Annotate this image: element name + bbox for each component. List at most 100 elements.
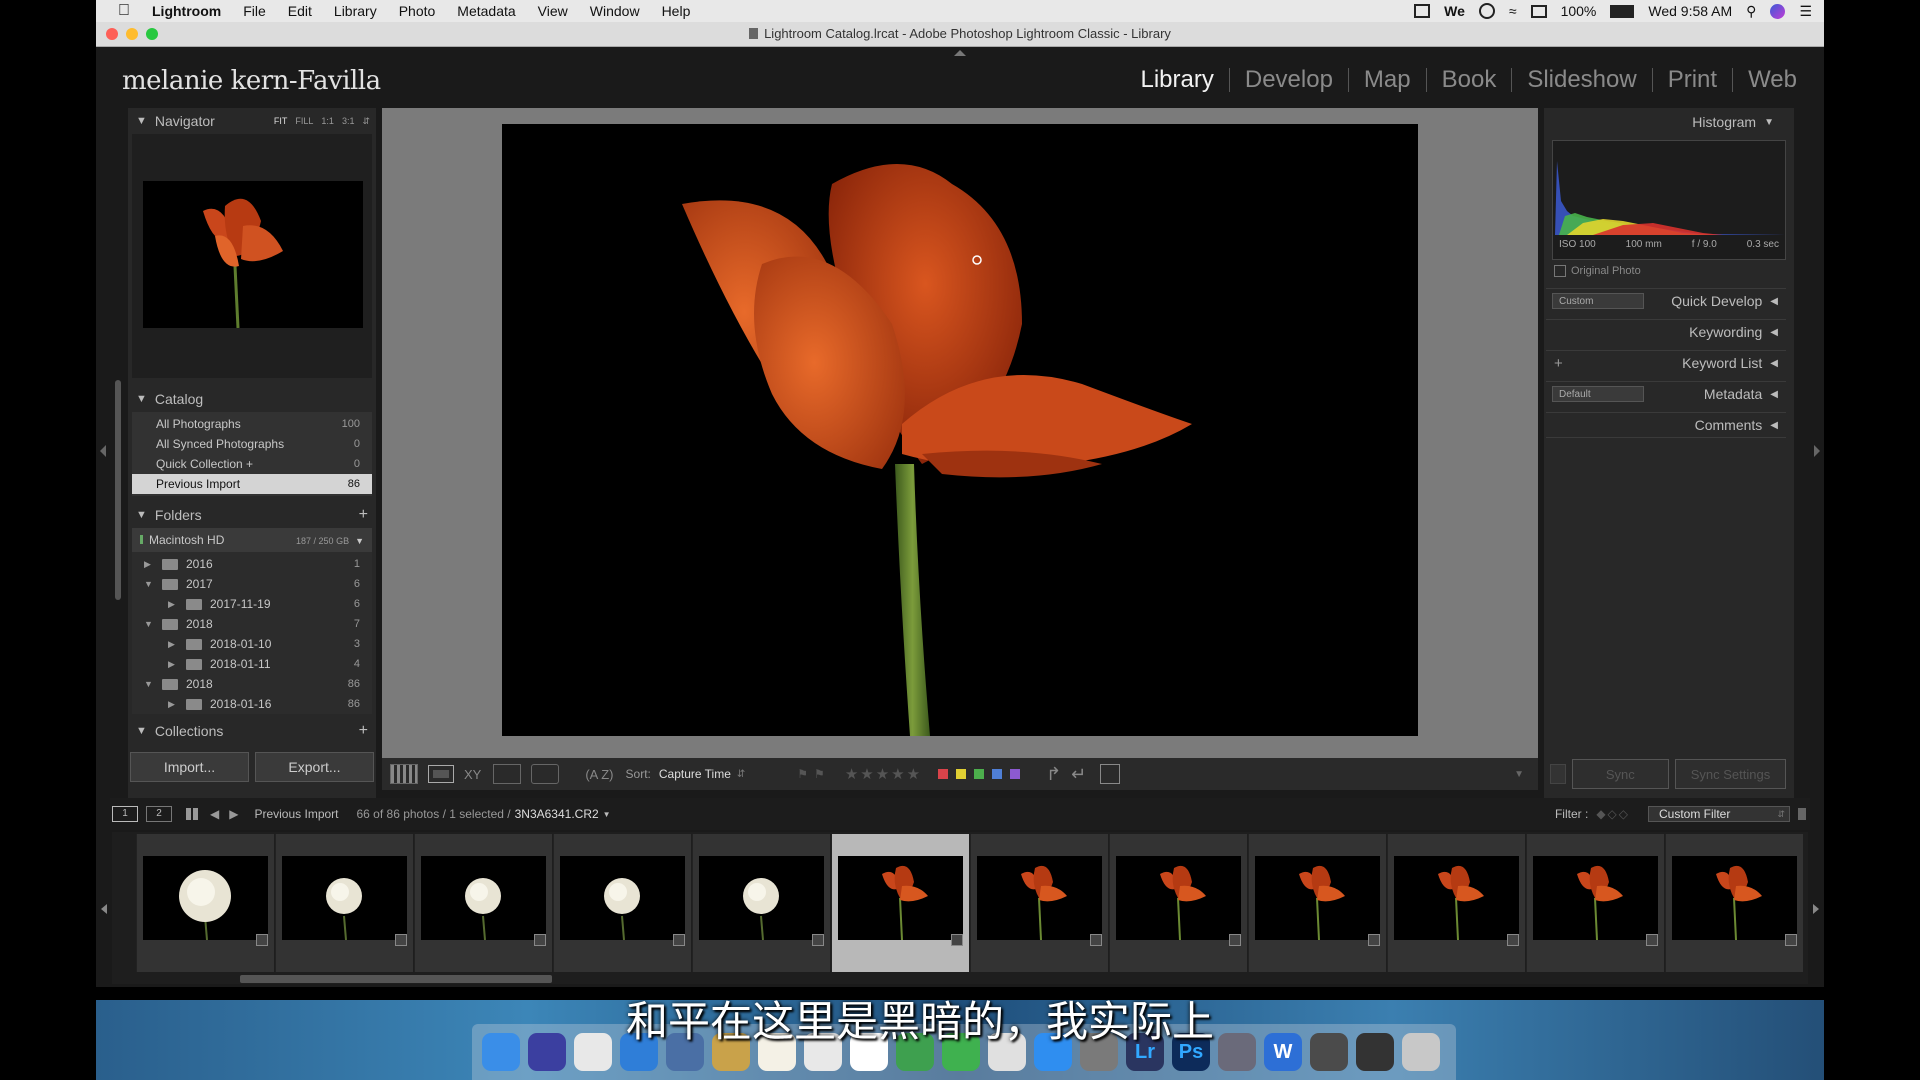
downloads-icon[interactable] [1310,1033,1348,1071]
screen-icon[interactable] [1356,1033,1394,1071]
filter-lock-icon[interactable] [1798,808,1806,820]
minimize-button[interactable] [126,28,138,40]
folders-header[interactable]: ▼ Folders + [128,502,376,528]
menu-window[interactable]: Window [590,3,640,19]
color-label-swatch[interactable] [992,769,1003,779]
disclosure-open-icon[interactable]: ▼ [144,679,154,689]
left-panel-toggle-icon[interactable] [100,445,106,457]
color-label-swatch[interactable] [938,769,949,779]
filter-flags-icon[interactable]: ◆◇◇ [1596,807,1630,821]
wifi-icon[interactable]: ≈ [1509,3,1517,19]
compare-view-icon[interactable]: XY [464,767,481,782]
launchpad-icon[interactable] [1218,1033,1256,1071]
crop-overlay-icon[interactable] [1100,764,1121,784]
spotlight-icon[interactable]: ⚲ [1746,3,1756,20]
filmstrip-thumbnail[interactable] [414,834,552,972]
menu-metadata[interactable]: Metadata [457,3,515,19]
grid-view-icon[interactable] [390,764,418,784]
people-view-icon[interactable] [531,764,560,784]
zoom-button[interactable] [146,28,158,40]
sort-stepper-icon[interactable]: ⇵ [737,769,745,780]
folder-item[interactable]: ▶ 2018-01-16 86 [132,694,372,714]
filmstrip-source[interactable]: Previous Import [254,807,338,821]
navigator-thumbnail[interactable] [143,181,363,329]
folder-item[interactable]: ▼ 2018 86 [132,674,372,694]
histogram-header[interactable]: Histogram ▼ [1692,114,1774,130]
primary-window-button[interactable]: 1 [112,806,138,822]
nav-zoom-stepper-icon[interactable]: ⇵ [362,116,370,127]
module-slideshow[interactable]: Slideshow [1511,68,1651,92]
siri-menubar-icon[interactable] [1770,3,1786,19]
catalog-header[interactable]: ▼ Catalog [128,386,376,412]
color-label-swatch[interactable] [1010,769,1021,779]
survey-view-icon[interactable] [493,764,522,784]
import-button[interactable]: Import... [130,752,249,782]
keywording-header[interactable]: Keywording ◀ [1546,319,1786,344]
nav-1to1[interactable]: 1:1 [321,116,334,127]
catalog-item-quick-collection[interactable]: Quick Collection + 0 [132,454,372,474]
filmstrip-right-arrow-icon[interactable] [1813,904,1819,914]
disclosure-closed-icon[interactable]: ▶ [168,639,178,650]
close-button[interactable] [106,28,118,40]
histogram[interactable]: ISO 100 100 mm f / 9.0 0.3 sec [1552,140,1786,260]
filmstrip-scrollbar[interactable] [240,975,552,983]
sync-settings-button[interactable]: Sync Settings [1675,759,1786,789]
filmstrip-thumbnail[interactable] [136,834,274,972]
module-develop[interactable]: Develop [1228,68,1348,92]
filmstrip-left-arrow-icon[interactable] [101,904,107,914]
siri-icon[interactable] [528,1033,566,1071]
quick-develop-preset-select[interactable]: Custom [1552,293,1644,309]
catalog-item-all-photographs[interactable]: All Photographs 100 [132,414,372,434]
quick-develop-header[interactable]: Custom Quick Develop ◀ [1546,288,1786,313]
color-label-swatch[interactable] [974,769,985,779]
sort-select[interactable]: Capture Time [659,767,731,781]
add-collection-icon[interactable]: + [359,722,368,740]
finder-icon[interactable] [482,1033,520,1071]
menu-view[interactable]: View [538,3,568,19]
folder-item[interactable]: ▶ 2018-01-10 3 [132,634,372,654]
original-photo-toggle[interactable]: Original Photo [1554,265,1641,277]
catalog-item-all-synced[interactable]: All Synced Photographs 0 [132,434,372,454]
nav-fit[interactable]: FIT [274,116,288,127]
volume-menu-icon[interactable]: ▼ [355,536,364,546]
filmstrip-thumbnail[interactable] [692,834,830,972]
sort-direction-icon[interactable]: (A Z) [585,767,613,782]
secondary-window-button[interactable]: 2 [146,806,172,822]
add-folder-icon[interactable]: + [359,506,368,524]
screen-record-icon[interactable] [1414,4,1431,18]
creative-cloud-icon[interactable] [1478,3,1495,19]
filmstrip-thumbnail[interactable] [1109,834,1247,972]
wechat-icon[interactable]: We [1444,3,1465,19]
sync-button[interactable]: Sync [1571,759,1669,789]
nav-fill[interactable]: FILL [295,116,313,127]
filmstrip-thumbnail[interactable] [831,834,969,972]
right-panel-toggle-icon[interactable] [1814,445,1820,457]
module-print[interactable]: Print [1651,68,1732,92]
flag-pick-icon[interactable]: ⚑ [797,767,808,781]
filmstrip-thumbnail[interactable] [970,834,1108,972]
notification-center-icon[interactable]: ☰ [1799,3,1812,20]
metadata-preset-select[interactable]: Default [1552,386,1644,402]
menu-app-name[interactable]: Lightroom [152,3,221,19]
keyword-list-header[interactable]: + Keyword List ◀ [1546,350,1786,375]
airplay-icon[interactable] [1530,4,1547,18]
toolbar-content-menu-icon[interactable]: ▼ [1514,769,1524,780]
folder-item[interactable]: ▶ 2016 1 [132,554,372,574]
volume-macintosh-hd[interactable]: Macintosh HD 187 / 250 GB ▼ [132,528,372,552]
metadata-header[interactable]: Default Metadata ◀ [1546,381,1786,406]
catalog-item-previous-import[interactable]: Previous Import 86 [132,474,372,494]
disclosure-open-icon[interactable]: ▼ [144,619,154,629]
comments-header[interactable]: Comments ◀ [1546,412,1786,438]
module-web[interactable]: Web [1732,68,1812,92]
disclosure-closed-icon[interactable]: ▶ [168,699,178,710]
apple-icon[interactable]:  [118,2,130,20]
forward-arrow-icon[interactable]: ▶ [229,807,238,821]
grid-icon[interactable] [186,808,198,820]
rotate-right-icon[interactable]: ↵ [1071,764,1086,785]
sync-toggle-icon[interactable] [1550,764,1566,784]
disclosure-closed-icon[interactable]: ▶ [144,559,154,570]
menu-photo[interactable]: Photo [399,3,436,19]
folder-item[interactable]: ▼ 2018 7 [132,614,372,634]
disclosure-open-icon[interactable]: ▼ [144,579,154,589]
main-photo[interactable] [502,124,1418,736]
